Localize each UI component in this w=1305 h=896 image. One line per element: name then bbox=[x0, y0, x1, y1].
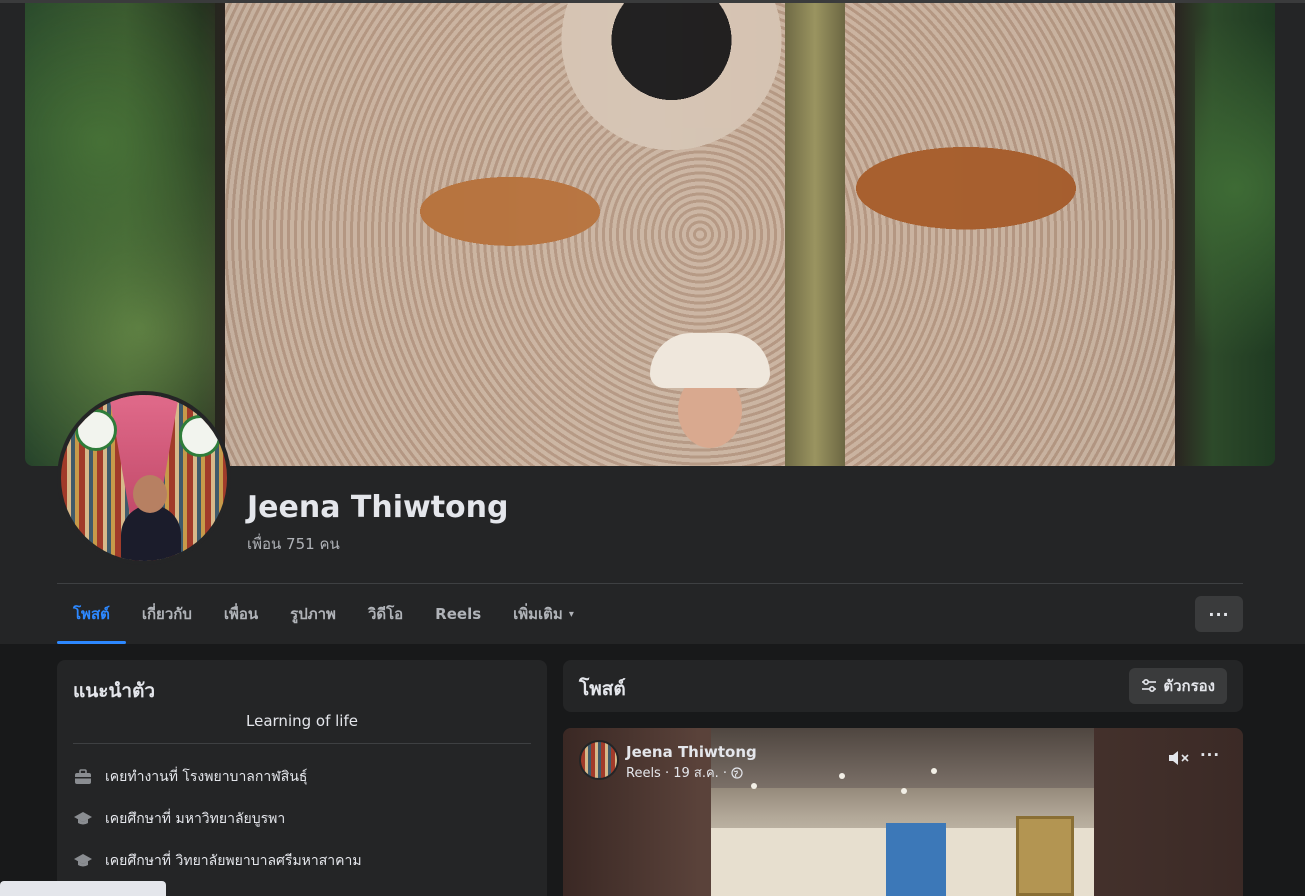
tab-about[interactable]: เกี่ยวกับ bbox=[126, 584, 208, 644]
filter-label: ตัวกรอง bbox=[1163, 677, 1215, 695]
profile-name: Jeena Thiwtong bbox=[247, 490, 509, 525]
cover-plants-right bbox=[1195, 3, 1275, 466]
graduation-cap-icon bbox=[73, 809, 93, 829]
intro-bio: Learning of life bbox=[246, 712, 358, 730]
avatar-person-body bbox=[121, 505, 181, 561]
tab-reels-label: Reels bbox=[435, 605, 482, 623]
post-more-icon[interactable]: ··· bbox=[1197, 746, 1223, 770]
avatar-person-head bbox=[133, 475, 167, 513]
intro-item-education-2-text: เคยศึกษาที่ วิทยาลัยพยาบาลศรีมหาสาคาม bbox=[105, 853, 362, 869]
tab-posts-label: โพสต์ bbox=[73, 605, 110, 623]
intro-item-work: เคยทำงานที่ โรงพยาบาลกาฬสินธุ์ bbox=[73, 766, 307, 788]
profile-more-button[interactable]: ··· bbox=[1195, 596, 1243, 632]
avatar-logo-left bbox=[75, 409, 117, 451]
intro-item-education-1: เคยศึกษาที่ มหาวิทยาลัยบูรพา bbox=[73, 808, 285, 830]
cover-person bbox=[650, 333, 770, 466]
friends-count[interactable]: เพื่อน 751 คน bbox=[247, 532, 340, 556]
filter-icon bbox=[1141, 678, 1157, 694]
globe-icon[interactable] bbox=[731, 766, 743, 779]
video-light bbox=[931, 768, 937, 774]
post-author-avatar[interactable] bbox=[579, 740, 619, 780]
tab-videos-label: วิดีโอ bbox=[367, 605, 404, 623]
video-light bbox=[901, 788, 907, 794]
post-meta-text: Reels · 19 ส.ค. · bbox=[626, 766, 728, 781]
cover-photo[interactable] bbox=[25, 3, 1275, 466]
avatar-photo bbox=[61, 395, 227, 561]
post-card: Jeena Thiwtong Reels · 19 ส.ค. · ··· bbox=[563, 728, 1243, 896]
tab-more[interactable]: เพิ่มเติม ▾ bbox=[497, 584, 590, 644]
intro-divider bbox=[73, 743, 531, 744]
avatar-logo-right bbox=[179, 415, 221, 457]
intro-card: แนะนำตัว Learning of life เคยทำงานที่ โร… bbox=[57, 660, 547, 896]
tab-about-label: เกี่ยวกับ bbox=[141, 605, 192, 623]
tab-posts[interactable]: โพสต์ bbox=[57, 584, 126, 644]
post-video[interactable] bbox=[711, 728, 1094, 896]
mute-icon[interactable] bbox=[1167, 748, 1191, 768]
tab-photos[interactable]: รูปภาพ bbox=[274, 584, 352, 644]
video-ceiling bbox=[711, 728, 1094, 788]
posts-title: โพสต์ bbox=[579, 678, 626, 700]
tab-more-label: เพิ่มเติม bbox=[513, 605, 563, 623]
tab-reels[interactable]: Reels bbox=[419, 584, 497, 644]
video-light bbox=[839, 773, 845, 779]
intro-item-education-1-text: เคยศึกษาที่ มหาวิทยาลัยบูรพา bbox=[105, 811, 286, 827]
intro-item-education-2: เคยศึกษาที่ วิทยาลัยพยาบาลศรีมหาสาคาม bbox=[73, 850, 362, 872]
cover-person-hat bbox=[650, 333, 770, 388]
tab-friends-label: เพื่อน bbox=[223, 605, 259, 623]
intro-item-work-text: เคยทำงานที่ โรงพยาบาลกาฬสินธุ์ bbox=[105, 769, 308, 785]
profile-tabs: โพสต์ เกี่ยวกับ เพื่อน รูปภาพ วิดีโอ Ree… bbox=[57, 584, 590, 644]
video-light bbox=[751, 783, 757, 789]
posts-header: โพสต์ ตัวกรอง bbox=[563, 660, 1243, 712]
tab-videos[interactable]: วิดีโอ bbox=[352, 584, 419, 644]
filter-button[interactable]: ตัวกรอง bbox=[1129, 668, 1227, 704]
chevron-down-icon: ▾ bbox=[568, 608, 574, 620]
post-author-name[interactable]: Jeena Thiwtong bbox=[626, 743, 757, 761]
graduation-cap-icon bbox=[73, 851, 93, 871]
video-portrait-frame bbox=[1016, 816, 1074, 896]
video-curtain bbox=[886, 823, 946, 896]
bottom-overlay bbox=[0, 881, 166, 896]
intro-title: แนะนำตัว bbox=[73, 680, 156, 702]
post-meta: Reels · 19 ส.ค. · bbox=[626, 762, 743, 783]
tab-photos-label: รูปภาพ bbox=[290, 605, 336, 623]
tab-friends[interactable]: เพื่อน bbox=[208, 584, 274, 644]
profile-avatar[interactable] bbox=[57, 391, 231, 565]
cover-tree-trunk bbox=[785, 3, 845, 466]
briefcase-icon bbox=[73, 767, 93, 787]
